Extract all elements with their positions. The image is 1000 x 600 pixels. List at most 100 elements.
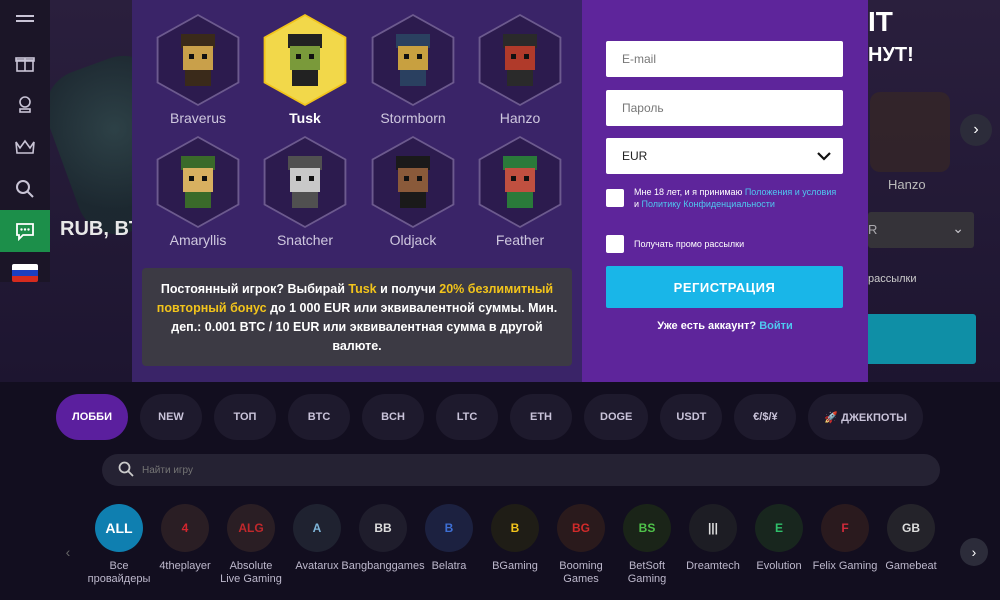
provider-item[interactable]: E Evolution [746, 504, 812, 586]
crown-icon [15, 139, 35, 154]
hero-text: RUB, BT [60, 218, 142, 240]
provider-logo: F [821, 504, 869, 552]
carousel-next-button[interactable]: › [960, 114, 992, 146]
provider-item[interactable]: BS BetSoft Gaming [614, 504, 680, 586]
provider-logo: BS [623, 504, 671, 552]
provider-item[interactable]: BB Bangbanggames [341, 504, 425, 586]
terms-label: и [634, 199, 642, 209]
provider-name: Evolution [756, 560, 802, 572]
category-tab[interactable]: DOGE [584, 394, 649, 440]
providers-carousel: ALL Все провайдеры 4 4theplayer ALG Absolute … [86, 504, 944, 586]
character-option[interactable]: Snatcher [255, 136, 355, 248]
register-button[interactable]: РЕГИСТРАЦИЯ [606, 266, 843, 308]
has-account-text: Уже есть аккаунт? [657, 320, 760, 332]
side-nav-vip[interactable] [0, 126, 50, 168]
character-avatar-frame [371, 14, 455, 106]
side-nav-menu[interactable] [0, 0, 50, 42]
provider-item[interactable]: ALL Все провайдеры [86, 504, 152, 586]
provider-logo: GB [887, 504, 935, 552]
category-tab[interactable]: ETH [510, 394, 572, 440]
registration-modal: Постоянный игрок? Выбирай Tusk и получи … [132, 0, 868, 382]
registration-form: EUR Мне 18 лет, и я принимаю Положения и… [582, 0, 868, 382]
character-option[interactable]: Tusk [255, 14, 355, 126]
provider-name: 4theplayer [159, 560, 211, 572]
currency-select[interactable]: EUR [606, 138, 843, 174]
provider-item[interactable]: GB Gamebeat [878, 504, 944, 586]
provider-name: Felix Gaming [812, 560, 878, 572]
side-nav-gifts[interactable] [0, 42, 50, 84]
character-avatar-icon [396, 156, 430, 208]
provider-logo: ALL [95, 504, 143, 552]
character-avatar-frame [371, 136, 455, 228]
menu-icon [16, 15, 34, 22]
provider-item[interactable]: ||| Dreamtech [680, 504, 746, 586]
category-tab[interactable]: 🚀 ДЖЕКПОТЫ [808, 394, 923, 440]
terms-link[interactable]: Положения и условия [745, 187, 836, 197]
provider-item[interactable]: BG Booming Games [548, 504, 614, 586]
character-avatar-frame [263, 14, 347, 106]
provider-name: Belatra [431, 560, 467, 572]
category-tab[interactable]: BCH [362, 394, 424, 440]
login-link[interactable]: Войти [759, 320, 793, 332]
provider-item[interactable]: B BGaming [482, 504, 548, 586]
character-option[interactable]: Hanzo [470, 14, 570, 126]
privacy-link[interactable]: Политику Конфиденциальности [642, 199, 775, 209]
promo-mail-label: Получать промо рассылки [634, 239, 745, 249]
promo-text: Постоянный игрок? Выбирай [160, 282, 349, 296]
search-icon [16, 180, 34, 198]
hero-right-avatar-label: Hanzo [888, 177, 926, 192]
provider-item[interactable]: A Avatarux [284, 504, 350, 586]
provider-item[interactable]: 4 4theplayer [152, 504, 218, 586]
side-nav-language[interactable] [0, 252, 50, 294]
provider-name: Booming Games [559, 560, 603, 585]
side-nav-search[interactable] [0, 168, 50, 210]
category-tab[interactable]: BTC [288, 394, 350, 440]
category-tab[interactable]: LTC [436, 394, 498, 440]
promo-character-name: Tusk [348, 282, 377, 296]
provider-item[interactable]: B Belatra [416, 504, 482, 586]
terms-checkbox[interactable] [606, 189, 624, 207]
side-nav-chat[interactable] [0, 210, 50, 252]
terms-row: Мне 18 лет, и я принимаю Положения и усл… [606, 186, 840, 210]
provider-item[interactable]: ALG Absolute Live Gaming [218, 504, 284, 586]
provider-logo: ALG [227, 504, 275, 552]
category-bar: ЛОББИ NEW ТОП BTC BCH LTC ETH DOGE USDT €/$/¥ 🚀 ДЖ… [56, 394, 923, 440]
character-name: Braverus [169, 110, 227, 126]
search-input[interactable] [142, 460, 842, 480]
side-nav-rewards[interactable] [0, 84, 50, 126]
character-option[interactable]: Amaryllis [148, 136, 248, 248]
email-field[interactable] [606, 41, 843, 77]
terms-text: Мне 18 лет, и я принимаю Положения и усл… [634, 186, 840, 210]
hero-right-title: IT [868, 6, 893, 37]
character-name: Feather [495, 232, 545, 248]
character-avatar-icon [503, 34, 537, 86]
provider-name: Gamebeat [885, 560, 937, 572]
character-avatar-frame [156, 14, 240, 106]
provider-logo: B [491, 504, 539, 552]
hero-right-promo-text: рассылки [868, 273, 917, 285]
hero-right-select-value: R [868, 222, 878, 237]
character-avatar-frame [478, 136, 562, 228]
provider-item[interactable]: F Felix Gaming [812, 504, 878, 586]
character-avatar-icon [288, 156, 322, 208]
promo-mail-checkbox[interactable] [606, 235, 624, 253]
password-field[interactable] [606, 90, 843, 126]
category-tab[interactable]: ТОП [214, 394, 276, 440]
promo-text: и получи [376, 282, 440, 296]
character-avatar-icon [181, 156, 215, 208]
providers-prev-button[interactable]: ‹ [54, 538, 82, 566]
character-option[interactable]: Braverus [148, 14, 248, 126]
character-avatar-icon [181, 34, 215, 86]
category-tab[interactable]: NEW [140, 394, 202, 440]
character-option[interactable]: Feather [470, 136, 570, 248]
gift-icon [15, 57, 35, 72]
hero-right-avatar [870, 92, 950, 172]
character-name: Snatcher [276, 232, 334, 248]
character-option[interactable]: Stormborn [363, 14, 463, 126]
category-tab[interactable]: USDT [660, 394, 723, 440]
category-tab[interactable]: ЛОББИ [56, 394, 128, 440]
character-option[interactable]: Oldjack [363, 136, 463, 248]
character-name: Tusk [289, 110, 321, 126]
category-tab[interactable]: €/$/¥ [734, 394, 797, 440]
providers-next-button[interactable]: › [960, 538, 988, 566]
